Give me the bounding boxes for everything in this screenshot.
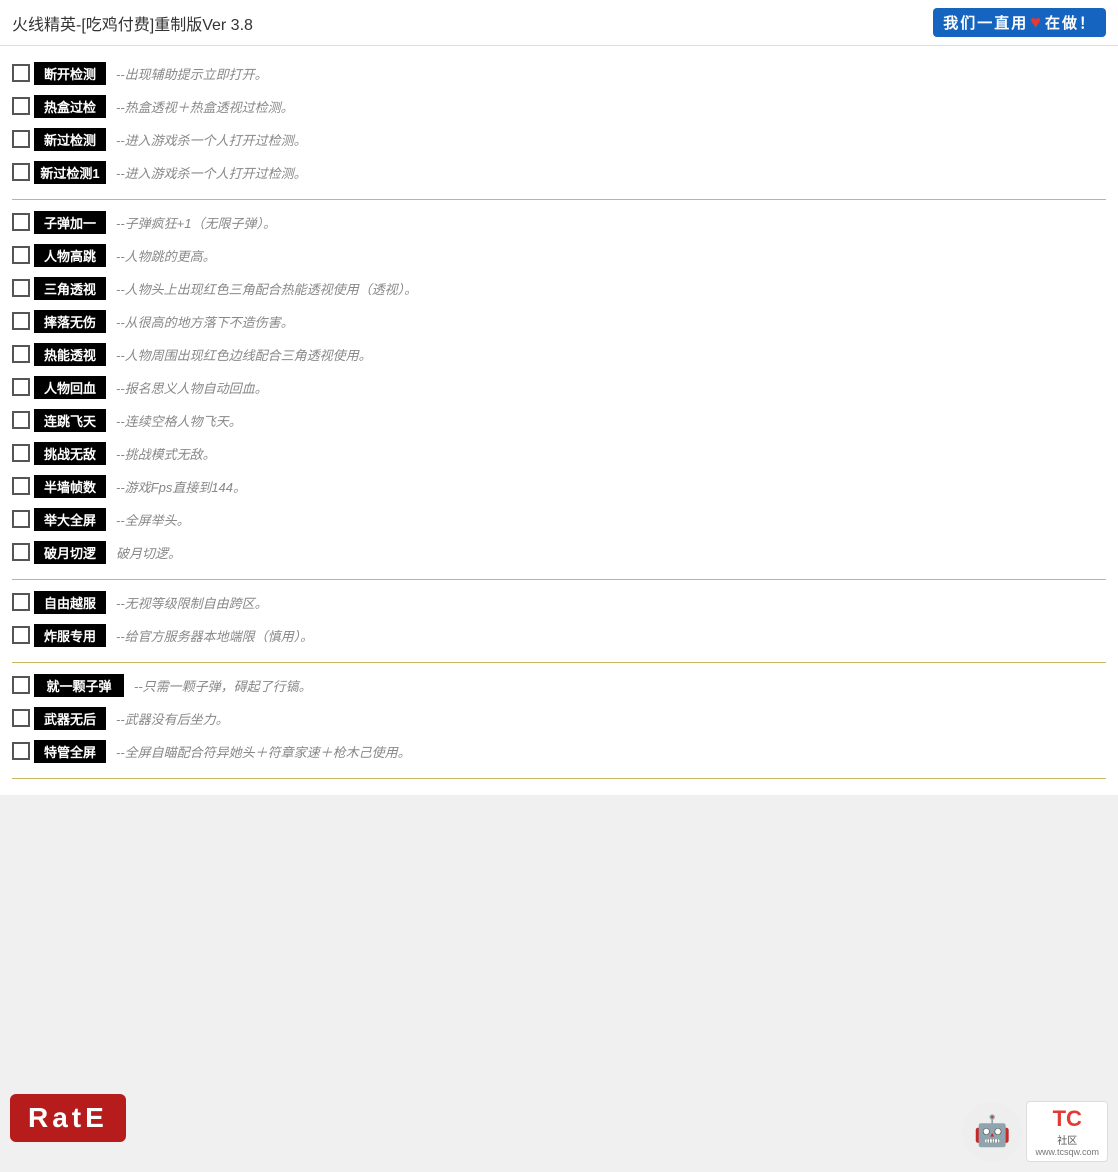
checkbox-tiaozhwudi[interactable] (12, 444, 30, 462)
option-row: 人物高跳 --人物跳的更高。 (12, 241, 1106, 269)
heart-icon: ♥ (1030, 12, 1043, 33)
desc-xinguojian1: --进入游戏杀一个人打开过检测。 (116, 163, 307, 182)
label-judaquan: 举大全屏 (34, 508, 106, 531)
label-sanjiaotouashi: 三角透视 (34, 277, 106, 300)
desc-banqiangzhen: --游戏Fps直接到144。 (116, 477, 246, 496)
option-row: 连跳飞天 --连续空格人物飞天。 (12, 406, 1106, 434)
label-xinguojian1: 新过检测1 (34, 161, 106, 184)
checkbox-xinguojian1[interactable] (12, 163, 30, 181)
app-header: 火线精英-[吃鸡付费]重制版Ver 3.8 我们一直用 ♥ 在做！ (0, 0, 1118, 46)
label-reheguojian: 热盒过检 (34, 95, 106, 118)
label-wuqiwuh: 武器无后 (34, 707, 106, 730)
app-title: 火线精英-[吃鸡付费]重制版Ver 3.8 (12, 11, 253, 35)
checkbox-judaquan[interactable] (12, 510, 30, 528)
label-renwuhx: 人物回血 (34, 376, 106, 399)
section-detection: 断开检测 --出现辅助提示立即打开。 热盒过检 --热盒透视＋热盒透视过检测。 … (12, 59, 1106, 200)
label-jiuyk: 就一颗子弹 (34, 674, 124, 697)
label-shuailwush: 摔落无伤 (34, 310, 106, 333)
checkbox-sanjiaotouashi[interactable] (12, 279, 30, 297)
desc-teguanquan: --全屏自瞄配合符异她头＋符章家速＋枪木己使用。 (116, 742, 411, 761)
label-lianjiaofitian: 连跳飞天 (34, 409, 106, 432)
desc-judaquan: --全屏举头。 (116, 510, 190, 529)
option-row: 炸服专用 --给官方服务器本地端限（慎用）。 (12, 621, 1106, 649)
tc-logo: TC 社区 www.tcsqw.com (1026, 1101, 1108, 1162)
option-row: 新过检测1 --进入游戏杀一个人打开过检测。 (12, 158, 1106, 186)
desc-wuqiwuh: --武器没有后坐力。 (116, 709, 229, 728)
option-row: 特管全屏 --全屏自瞄配合符异她头＋符章家速＋枪木己使用。 (12, 737, 1106, 765)
checkbox-poyueqiel[interactable] (12, 543, 30, 561)
desc-tiaozhwudi: --挑战模式无敌。 (116, 444, 216, 463)
desc-shuailwush: --从很高的地方落下不造伤害。 (116, 312, 294, 331)
label-teguanquan: 特管全屏 (34, 740, 106, 763)
checkbox-zidanjiay[interactable] (12, 213, 30, 231)
desc-reheguojian: --热盒透视＋热盒透视过检测。 (116, 97, 294, 116)
desc-duankaijiace: --出现辅助提示立即打开。 (116, 64, 268, 83)
option-row: 摔落无伤 --从很高的地方落下不造伤害。 (12, 307, 1106, 335)
desc-jiuyk: --只需一颗子弹，碍起了行镐。 (134, 676, 312, 695)
label-zhafuzhuan: 炸服专用 (34, 624, 106, 647)
option-row: 断开检测 --出现辅助提示立即打开。 (12, 59, 1106, 87)
checkbox-renwugaotiao[interactable] (12, 246, 30, 264)
checkbox-reheguojian[interactable] (12, 97, 30, 115)
label-zidanjiay: 子弹加一 (34, 211, 106, 234)
checkbox-renengtouashi[interactable] (12, 345, 30, 363)
section-weapon: 就一颗子弹 --只需一颗子弹，碍起了行镐。 武器无后 --武器没有后坐力。 特管… (12, 671, 1106, 779)
desc-ziyueyuefu: --无视等级限制自由跨区。 (116, 593, 268, 612)
character-icon: 🤖 (962, 1102, 1022, 1162)
option-row: 子弹加一 --子弹疯狂+1（无限子弹）。 (12, 208, 1106, 236)
checkbox-teguanquan[interactable] (12, 742, 30, 760)
option-row: 新过检测 --进入游戏杀一个人打开过检测。 (12, 125, 1106, 153)
option-row: 人物回血 --报名思义人物自动回血。 (12, 373, 1106, 401)
badge-prefix: 我们一直用 (943, 12, 1028, 33)
desc-poyueqiel: 破月切逻。 (116, 543, 181, 562)
label-poyueqiel: 破月切逻 (34, 541, 106, 564)
option-row: 三角透视 --人物头上出现红色三角配合热能透视使用（透视）。 (12, 274, 1106, 302)
watermark-area: 🤖 TC 社区 www.tcsqw.com (962, 1101, 1108, 1162)
label-xinguojian: 新过检测 (34, 128, 106, 151)
checkbox-xinguojian[interactable] (12, 130, 30, 148)
option-row: 挑战无敌 --挑战模式无敌。 (12, 439, 1106, 467)
label-tiaozhwudi: 挑战无敌 (34, 442, 106, 465)
rate-badge: RatE (10, 1094, 126, 1142)
tc-text: TC (1053, 1106, 1082, 1132)
option-row: 热能透视 --人物周围出现红色边线配合三角透视使用。 (12, 340, 1106, 368)
desc-zhafuzhuan: --给官方服务器本地端限（慎用）。 (116, 626, 313, 645)
checkbox-ziyueyuefu[interactable] (12, 593, 30, 611)
brand-badge: 我们一直用 ♥ 在做！ (933, 8, 1106, 37)
desc-zidanjiay: --子弹疯狂+1（无限子弹）。 (116, 213, 276, 232)
checkbox-jiuyk[interactable] (12, 676, 30, 694)
checkbox-renwuhx[interactable] (12, 378, 30, 396)
desc-lianjiaofitian: --连续空格人物飞天。 (116, 411, 242, 430)
option-row: 就一颗子弹 --只需一颗子弹，碍起了行镐。 (12, 671, 1106, 699)
option-row: 自由越服 --无视等级限制自由跨区。 (12, 588, 1106, 616)
main-content: 断开检测 --出现辅助提示立即打开。 热盒过检 --热盒透视＋热盒透视过检测。 … (0, 46, 1118, 795)
label-duankaijiace: 断开检测 (34, 62, 106, 85)
checkbox-wuqiwuh[interactable] (12, 709, 30, 727)
section-zone: 自由越服 --无视等级限制自由跨区。 炸服专用 --给官方服务器本地端限（慎用）… (12, 588, 1106, 663)
checkbox-banqiangzhen[interactable] (12, 477, 30, 495)
option-row: 破月切逻 破月切逻。 (12, 538, 1106, 566)
option-row: 半墙帧数 --游戏Fps直接到144。 (12, 472, 1106, 500)
tc-subtitle: 社区 (1057, 1132, 1077, 1147)
label-renwugaotiao: 人物高跳 (34, 244, 106, 267)
checkbox-zhafuzhuan[interactable] (12, 626, 30, 644)
desc-xinguojian: --进入游戏杀一个人打开过检测。 (116, 130, 307, 149)
option-row: 举大全屏 --全屏举头。 (12, 505, 1106, 533)
section-features: 子弹加一 --子弹疯狂+1（无限子弹）。 人物高跳 --人物跳的更高。 三角透视… (12, 208, 1106, 580)
desc-sanjiaotouashi: --人物头上出现红色三角配合热能透视使用（透视）。 (116, 279, 417, 298)
desc-renwugaotiao: --人物跳的更高。 (116, 246, 216, 265)
badge-suffix: 在做！ (1045, 12, 1096, 33)
label-banqiangzhen: 半墙帧数 (34, 475, 106, 498)
checkbox-lianjiaofitian[interactable] (12, 411, 30, 429)
label-ziyueyuefu: 自由越服 (34, 591, 106, 614)
checkbox-shuailwush[interactable] (12, 312, 30, 330)
option-row: 热盒过检 --热盒透视＋热盒透视过检测。 (12, 92, 1106, 120)
tc-website: www.tcsqw.com (1035, 1147, 1099, 1157)
option-row: 武器无后 --武器没有后坐力。 (12, 704, 1106, 732)
checkbox-duankaijiace[interactable] (12, 64, 30, 82)
desc-renengtouashi: --人物周围出现红色边线配合三角透视使用。 (116, 345, 372, 364)
desc-renwuhx: --报名思义人物自动回血。 (116, 378, 268, 397)
label-renengtouashi: 热能透视 (34, 343, 106, 366)
